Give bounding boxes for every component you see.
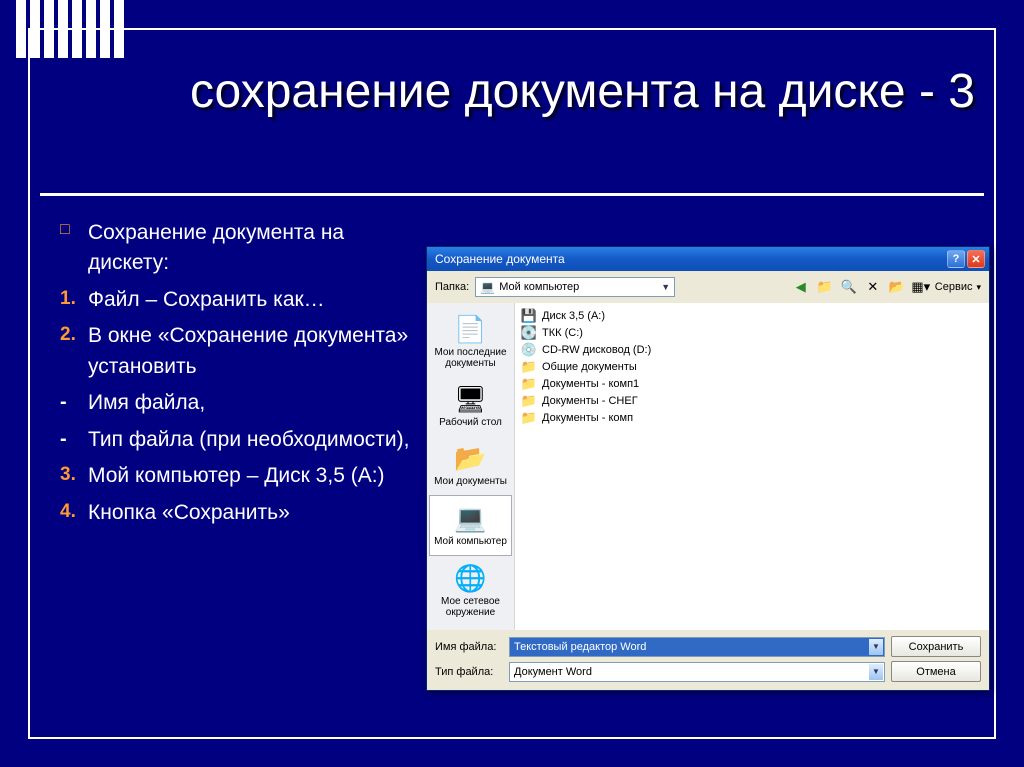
folder-value: Мой компьютер — [499, 281, 579, 293]
bullet-marker: 4. — [60, 498, 88, 526]
place-icon: 📄 — [455, 313, 487, 345]
file-icon: 📁 — [521, 359, 537, 375]
file-name: Общие документы — [542, 361, 637, 373]
sidebar-place-item[interactable]: 🖥 Рабочий стол — [427, 377, 514, 436]
bullet-text: Тип файла (при необходимости), — [88, 425, 415, 455]
service-menu[interactable]: Сервис — [935, 281, 973, 293]
sidebar-place-item[interactable]: 💻 Мой компьютер — [429, 495, 512, 556]
bullet-text: Сохранение документа на дискету: — [88, 218, 415, 279]
file-item[interactable]: 💿 CD-RW дисковод (D:) — [521, 341, 983, 358]
chevron-down-icon[interactable]: ▼ — [869, 664, 883, 680]
sidebar-place-item[interactable]: 📂 Мои документы — [427, 436, 514, 495]
chevron-down-icon: ▾ — [976, 282, 981, 293]
search-icon[interactable]: 🔍 — [839, 277, 859, 297]
help-button[interactable]: ? — [947, 250, 965, 268]
save-dialog: Сохранение документа ? ✕ Папка: 💻 Мой ко… — [426, 246, 990, 691]
places-sidebar: 📄Мои последние документы 🖥 Рабочий стол 📂 Мо… — [427, 303, 515, 630]
file-name: ТКК (C:) — [542, 327, 583, 339]
place-label: Мои последние документы — [429, 347, 512, 369]
folder-dropdown[interactable]: 💻 Мой компьютер ▼ — [475, 277, 675, 297]
views-button[interactable]: ▦▾ — [911, 277, 931, 297]
file-name: CD-RW дисковод (D:) — [542, 344, 651, 356]
dialog-title: Сохранение документа — [435, 252, 565, 266]
slide-title: сохранение документа на диске - 3 — [190, 64, 984, 119]
sidebar-place-item[interactable]: 📄Мои последние документы — [427, 307, 514, 377]
file-icon: 📁 — [521, 393, 537, 409]
bullet-item: 3.Мой компьютер – Диск 3,5 (А:) — [60, 461, 415, 491]
filetype-label: Тип файла: — [435, 666, 503, 678]
filename-label: Имя файла: — [435, 641, 503, 653]
bullet-text: Файл – Сохранить как… — [88, 285, 415, 315]
place-label: Мой компьютер — [432, 536, 509, 547]
bullet-item: 4.Кнопка «Сохранить» — [60, 498, 415, 528]
bullet-item: □Сохранение документа на дискету: — [60, 218, 415, 279]
file-item[interactable]: 📁 Документы - комп1 — [521, 375, 983, 392]
file-name: Документы - комп — [542, 412, 633, 424]
place-icon: 📂 — [455, 442, 487, 474]
filename-input[interactable]: Текстовый редактор Word ▼ — [509, 637, 885, 657]
close-button[interactable]: ✕ — [967, 250, 985, 268]
bullet-marker: 3. — [60, 461, 88, 489]
file-name: Документы - СНЕГ — [542, 395, 638, 407]
file-item[interactable]: 📁 Документы - СНЕГ — [521, 392, 983, 409]
computer-icon: 💻 — [480, 280, 495, 295]
sidebar-place-item[interactable]: 🌐Мое сетевое окружение — [427, 556, 514, 626]
file-item[interactable]: 💾 Диск 3,5 (A:) — [521, 307, 983, 324]
bullet-marker: 2. — [60, 321, 88, 349]
file-icon: 📁 — [521, 410, 537, 426]
bullet-item: 2.В окне «Сохранение документа» установи… — [60, 321, 415, 382]
chevron-down-icon[interactable]: ▼ — [869, 639, 883, 655]
file-list[interactable]: 💾 Диск 3,5 (A:) 💽 ТКК (C:) 💿 CD-RW дисковод (… — [515, 303, 989, 630]
file-icon: 📁 — [521, 376, 537, 392]
place-label: Мои документы — [429, 476, 512, 487]
bullet-text: В окне «Сохранение документа» установить — [88, 321, 415, 382]
up-button[interactable]: 📁 — [815, 277, 835, 297]
bullet-marker: □ — [60, 218, 88, 241]
back-button[interactable]: ◀ — [791, 277, 811, 297]
place-icon: 🌐 — [455, 562, 487, 594]
delete-button[interactable]: ✕ — [863, 277, 883, 297]
file-name: Документы - комп1 — [542, 378, 639, 390]
file-icon: 💽 — [521, 325, 537, 341]
dialog-toolbar: Папка: 💻 Мой компьютер ▼ ◀ 📁 🔍 ✕ 📂 ▦▾ Се… — [427, 271, 989, 303]
place-label: Мое сетевое окружение — [429, 596, 512, 618]
bullet-marker: - — [60, 388, 88, 417]
bullet-item: -Имя файла, — [60, 388, 415, 418]
place-icon: 💻 — [455, 502, 487, 534]
bullet-text: Имя файла, — [88, 388, 415, 418]
bullet-item: 1.Файл – Сохранить как… — [60, 285, 415, 315]
bullet-marker: - — [60, 425, 88, 454]
title-underline — [40, 193, 984, 196]
cancel-button[interactable]: Отмена — [891, 661, 981, 682]
file-icon: 💿 — [521, 342, 537, 358]
place-label: Рабочий стол — [429, 417, 512, 428]
file-item[interactable]: 📁 Документы - комп — [521, 409, 983, 426]
bullet-marker: 1. — [60, 285, 88, 313]
bullet-text: Мой компьютер – Диск 3,5 (А:) — [88, 461, 415, 491]
dialog-titlebar[interactable]: Сохранение документа ? ✕ — [427, 247, 989, 271]
file-item[interactable]: 💽 ТКК (C:) — [521, 324, 983, 341]
save-button[interactable]: Сохранить — [891, 636, 981, 657]
chevron-down-icon: ▼ — [661, 282, 670, 292]
new-folder-button[interactable]: 📂 — [887, 277, 907, 297]
bullet-item: -Тип файла (при необходимости), — [60, 425, 415, 455]
filetype-select[interactable]: Документ Word ▼ — [509, 662, 885, 682]
file-item[interactable]: 📁 Общие документы — [521, 358, 983, 375]
dialog-bottom: Имя файла: Текстовый редактор Word ▼ Сох… — [427, 630, 989, 690]
bullet-list: □Сохранение документа на дискету:1.Файл … — [60, 218, 415, 534]
place-icon: 🖥 — [455, 383, 487, 415]
file-name: Диск 3,5 (A:) — [542, 310, 605, 322]
folder-label: Папка: — [435, 281, 469, 293]
bullet-text: Кнопка «Сохранить» — [88, 498, 415, 528]
file-icon: 💾 — [521, 308, 537, 324]
